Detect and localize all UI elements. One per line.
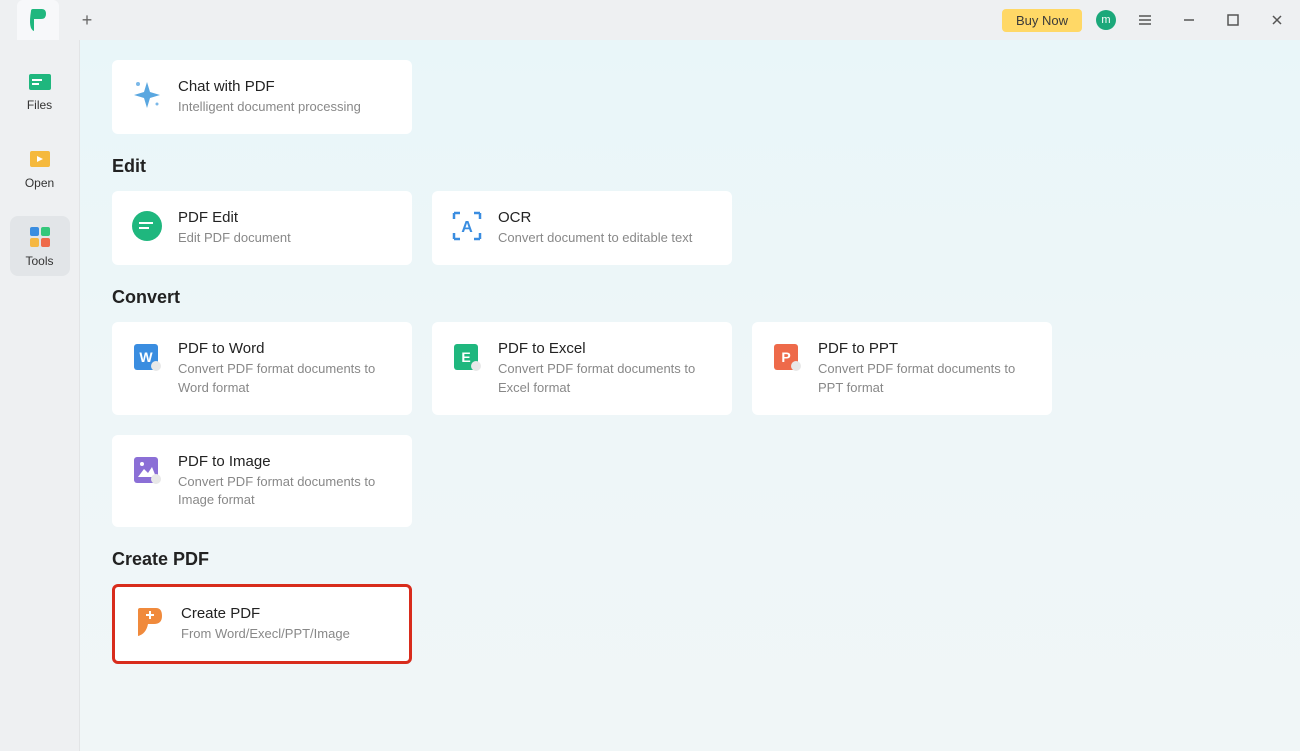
app-tab[interactable]: [17, 0, 59, 40]
card-body: Chat with PDF Intelligent document proce…: [178, 78, 394, 116]
minimize-icon: [1182, 13, 1196, 27]
card-title: OCR: [498, 209, 714, 226]
sidebar-item-tools[interactable]: Tools: [10, 216, 70, 276]
sidebar-item-open[interactable]: Open: [10, 138, 70, 198]
plus-icon: +: [82, 10, 93, 31]
sidebar-item-label: Open: [25, 176, 54, 190]
convert-cards: W PDF to Word Convert PDF format documen…: [112, 322, 1270, 527]
card-subtitle: Convert PDF format documents to Excel fo…: [498, 360, 714, 396]
card-subtitle: From Word/Execl/PPT/Image: [181, 625, 391, 643]
card-body: Create PDF From Word/Execl/PPT/Image: [181, 605, 391, 643]
section-heading-edit: Edit: [112, 156, 1270, 177]
card-body: PDF to Word Convert PDF format documents…: [178, 340, 394, 396]
card-body: PDF to Excel Convert PDF format document…: [498, 340, 714, 396]
card-pdf-edit[interactable]: PDF Edit Edit PDF document: [112, 191, 412, 265]
card-title: PDF Edit: [178, 209, 394, 226]
card-pdf-to-word[interactable]: W PDF to Word Convert PDF format documen…: [112, 322, 412, 414]
card-body: PDF Edit Edit PDF document: [178, 209, 394, 247]
card-pdf-to-image[interactable]: PDF to Image Convert PDF format document…: [112, 435, 412, 527]
card-subtitle: Edit PDF document: [178, 229, 394, 247]
card-chat-with-pdf[interactable]: Chat with PDF Intelligent document proce…: [112, 60, 412, 134]
card-title: Chat with PDF: [178, 78, 394, 95]
open-icon: [27, 146, 53, 172]
maximize-icon: [1226, 13, 1240, 27]
files-icon: [27, 68, 53, 94]
card-subtitle: Convert PDF format documents to PPT form…: [818, 360, 1034, 396]
section-heading-convert: Convert: [112, 287, 1270, 308]
image-icon: [130, 453, 164, 487]
card-body: OCR Convert document to editable text: [498, 209, 714, 247]
card-create-pdf[interactable]: Create PDF From Word/Execl/PPT/Image: [112, 584, 412, 664]
tools-icon: [27, 224, 53, 250]
buy-now-button[interactable]: Buy Now: [1002, 9, 1082, 32]
card-body: PDF to PPT Convert PDF format documents …: [818, 340, 1034, 396]
minimize-button[interactable]: [1174, 5, 1204, 35]
excel-icon: E: [450, 340, 484, 374]
card-subtitle: Convert PDF format documents to Word for…: [178, 360, 394, 396]
word-icon: W: [130, 340, 164, 374]
sidebar-item-label: Files: [27, 98, 52, 112]
section-heading-create: Create PDF: [112, 549, 1270, 570]
create-cards: Create PDF From Word/Execl/PPT/Image: [112, 584, 1270, 664]
card-title: Create PDF: [181, 605, 391, 622]
card-ocr[interactable]: A OCR Convert document to editable text: [432, 191, 732, 265]
card-body: PDF to Image Convert PDF format document…: [178, 453, 394, 509]
chat-cards: Chat with PDF Intelligent document proce…: [112, 60, 1270, 134]
sparkle-icon: [130, 78, 164, 112]
sidebar-item-files[interactable]: Files: [10, 60, 70, 120]
card-pdf-to-excel[interactable]: E PDF to Excel Convert PDF format docume…: [432, 322, 732, 414]
titlebar: + Buy Now m: [0, 0, 1300, 40]
main-content: Chat with PDF Intelligent document proce…: [80, 40, 1300, 751]
close-button[interactable]: [1262, 5, 1292, 35]
menu-button[interactable]: [1130, 5, 1160, 35]
titlebar-left: +: [0, 0, 103, 40]
card-subtitle: Intelligent document processing: [178, 98, 394, 116]
ppt-icon: P: [770, 340, 804, 374]
edit-cards: PDF Edit Edit PDF document A OCR Convert…: [112, 191, 1270, 265]
ocr-icon: A: [450, 209, 484, 243]
card-pdf-to-ppt[interactable]: P PDF to PPT Convert PDF format document…: [752, 322, 1052, 414]
card-title: PDF to Word: [178, 340, 394, 357]
svg-text:W: W: [139, 349, 153, 365]
titlebar-right: Buy Now m: [1002, 5, 1292, 35]
sidebar-item-label: Tools: [25, 254, 53, 268]
workspace: Files Open Tools Chat with PDF Intellige: [0, 40, 1300, 751]
new-tab-button[interactable]: +: [71, 4, 103, 36]
pdf-edit-icon: [130, 209, 164, 243]
create-pdf-icon: [133, 605, 167, 639]
svg-text:A: A: [461, 219, 473, 236]
svg-text:P: P: [781, 349, 790, 365]
close-icon: [1270, 13, 1284, 27]
maximize-button[interactable]: [1218, 5, 1248, 35]
card-subtitle: Convert document to editable text: [498, 229, 714, 247]
hamburger-icon: [1138, 13, 1152, 27]
card-title: PDF to PPT: [818, 340, 1034, 357]
app-logo-icon: [28, 9, 48, 31]
card-subtitle: Convert PDF format documents to Image fo…: [178, 473, 394, 509]
sidebar: Files Open Tools: [0, 40, 80, 751]
svg-text:E: E: [461, 349, 470, 365]
card-title: PDF to Excel: [498, 340, 714, 357]
card-title: PDF to Image: [178, 453, 394, 470]
avatar[interactable]: m: [1096, 10, 1116, 30]
